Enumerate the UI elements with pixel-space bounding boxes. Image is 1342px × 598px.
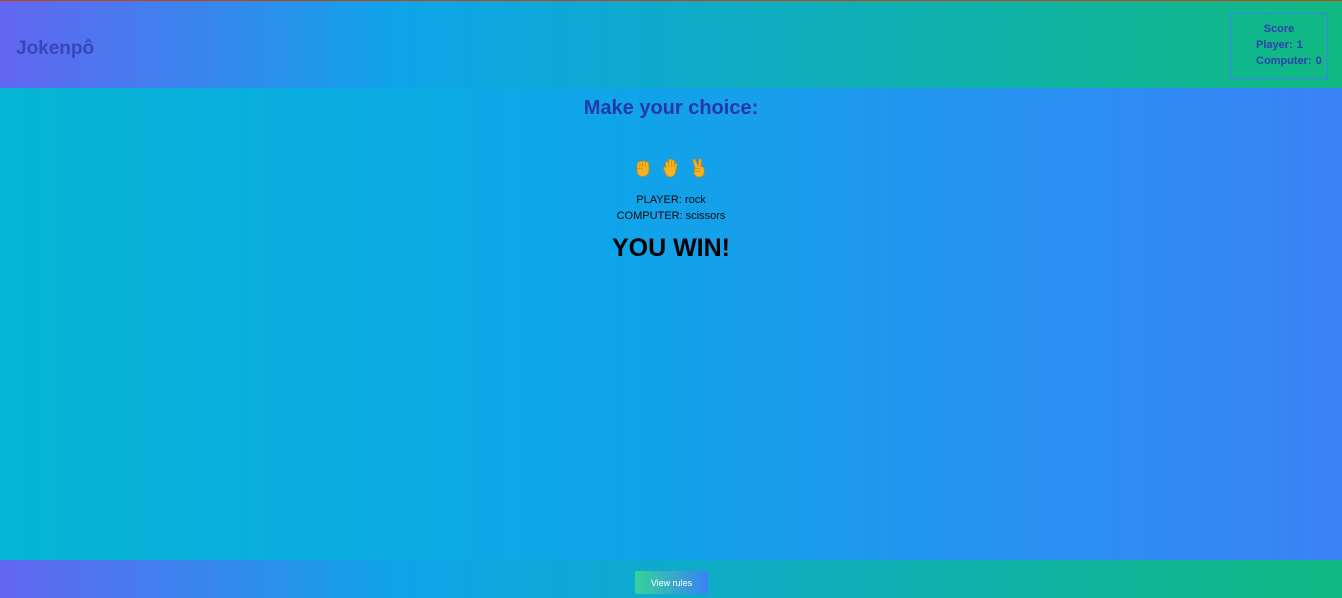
player-score-value: 1 (1296, 39, 1303, 51)
header-bar: Jokenpô Score Player: 1 Computer: 0 (0, 0, 1342, 88)
choice-prompt: Make your choice: (583, 97, 759, 119)
rock-button[interactable] (631, 156, 655, 180)
game-area: Make your choice: PLAYER: rock COMPUTER:… (0, 88, 1342, 560)
scissors-button[interactable] (687, 156, 711, 180)
computer-score: Computer: 0 (1256, 55, 1322, 67)
app-title: Jokenpô (16, 38, 95, 59)
view-rules-button[interactable]: View rules (635, 571, 708, 594)
choice-buttons (631, 155, 711, 181)
player-score: Player: 1 (1256, 39, 1303, 51)
computer-score-label: Computer: (1256, 55, 1312, 67)
score-title: Score (1263, 23, 1295, 35)
score-panel: Score Player: 1 Computer: 0 (1230, 13, 1328, 79)
raised-fist-icon (636, 160, 650, 177)
raised-hand-icon (662, 158, 678, 178)
player-score-label: Player: (1256, 39, 1293, 51)
computer-score-value: 0 (1315, 55, 1322, 67)
victory-hand-icon (692, 158, 705, 178)
paper-button[interactable] (659, 156, 683, 180)
footer-bar: View rules (0, 560, 1342, 598)
player-choice-result: PLAYER: rock (636, 194, 706, 206)
game-verdict: YOU WIN! (611, 234, 731, 262)
computer-choice-result: COMPUTER: scissors (616, 210, 726, 222)
